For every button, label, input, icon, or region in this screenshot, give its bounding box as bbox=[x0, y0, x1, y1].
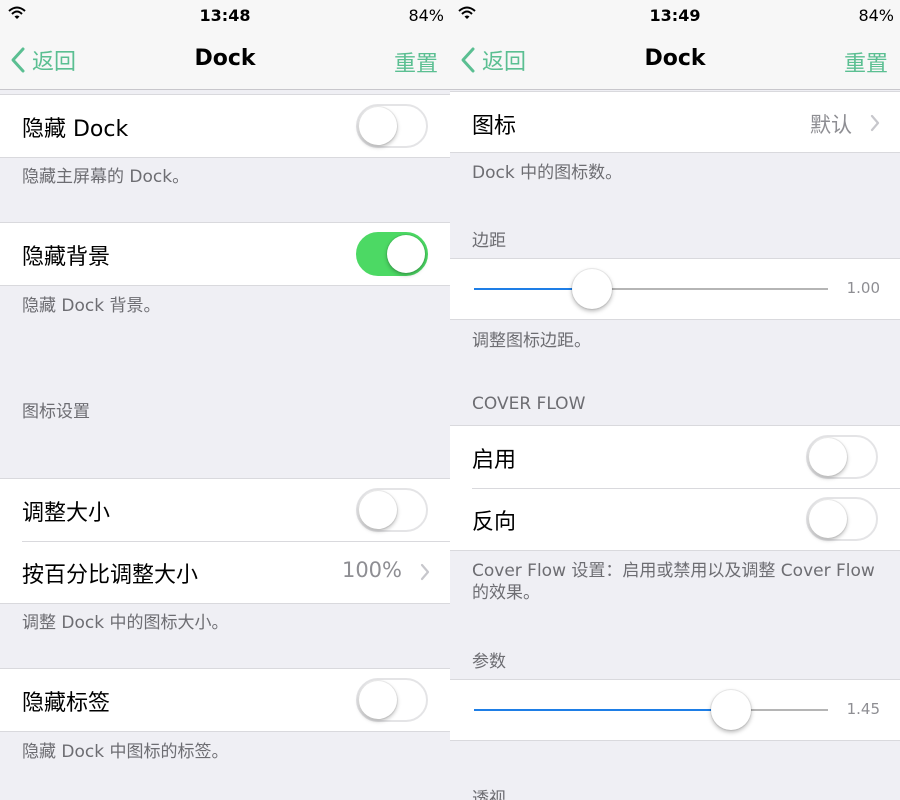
battery-level: 84% bbox=[858, 6, 894, 25]
slider-knob[interactable] bbox=[710, 690, 751, 730]
spacing-header: 边距 bbox=[472, 231, 506, 251]
params-slider-row: 1.45 bbox=[450, 680, 900, 740]
back-label: 返回 bbox=[32, 50, 77, 75]
back-chevron-icon bbox=[11, 47, 25, 73]
chevron-right-icon bbox=[870, 114, 880, 132]
hide-labels-label: 隐藏标签 bbox=[22, 691, 111, 716]
switch-knob bbox=[359, 491, 397, 529]
battery-level: 84% bbox=[408, 6, 444, 25]
status-bar: 13:48 84% bbox=[0, 0, 450, 30]
cover-flow-group: 启用 反向 bbox=[450, 425, 900, 551]
hide-labels-group: 隐藏标签 bbox=[0, 668, 450, 732]
hide-dock-switch[interactable] bbox=[356, 104, 428, 148]
switch-knob bbox=[809, 500, 847, 538]
icons-group: 图标 默认 bbox=[450, 91, 900, 153]
perspective-header: 透视 bbox=[472, 789, 506, 800]
back-button[interactable]: 返回 bbox=[460, 44, 526, 76]
hide-background-group: 隐藏背景 bbox=[0, 222, 450, 286]
cover-flow-reverse-label: 反向 bbox=[472, 510, 517, 535]
cover-flow-enable-row: 启用 bbox=[450, 426, 900, 488]
chevron-right-icon bbox=[420, 563, 430, 581]
resize-footer: 调整 Dock 中的图标大小。 bbox=[22, 613, 229, 633]
params-header: 参数 bbox=[472, 652, 506, 672]
hide-labels-switch[interactable] bbox=[356, 678, 428, 722]
resize-percent-label: 按百分比调整大小 bbox=[22, 563, 199, 588]
cover-flow-reverse-switch[interactable] bbox=[806, 497, 878, 541]
params-value: 1.45 bbox=[846, 700, 880, 718]
cover-flow-reverse-row: 反向 bbox=[450, 488, 900, 550]
hide-background-row: 隐藏背景 bbox=[0, 223, 450, 285]
cover-flow-enable-label: 启用 bbox=[472, 448, 517, 473]
slider-knob[interactable] bbox=[572, 269, 612, 309]
hide-dock-label: 隐藏 Dock bbox=[22, 117, 129, 142]
switch-knob bbox=[387, 235, 425, 273]
spacing-slider-row: 1.00 bbox=[450, 259, 900, 319]
reset-button[interactable]: 重置 bbox=[844, 46, 888, 78]
hide-dock-footer: 隐藏主屏幕的 Dock。 bbox=[22, 167, 190, 187]
icons-footer: Dock 中的图标数。 bbox=[472, 163, 623, 183]
switch-knob bbox=[359, 107, 397, 145]
left-screen: 13:48 84% 返回 Dock 重置 隐藏 Dock 隐藏主屏幕的 Dock… bbox=[0, 0, 450, 800]
hide-dock-group: 隐藏 Dock bbox=[0, 94, 450, 158]
resize-switch[interactable] bbox=[356, 488, 428, 532]
icons-label: 图标 bbox=[472, 114, 517, 139]
switch-knob bbox=[809, 438, 847, 476]
icons-row[interactable]: 图标 默认 bbox=[450, 92, 900, 152]
back-label: 返回 bbox=[482, 50, 527, 75]
hide-labels-footer: 隐藏 Dock 中图标的标签。 bbox=[22, 742, 229, 762]
hide-background-label: 隐藏背景 bbox=[22, 245, 111, 270]
spacing-slider[interactable] bbox=[474, 269, 828, 309]
icons-value: 默认 bbox=[810, 113, 852, 137]
cover-flow-footer: Cover Flow 设置：启用或禁用以及调整 Cover Flow 的效果。 bbox=[472, 561, 875, 603]
back-chevron-icon bbox=[461, 47, 475, 73]
spacing-value: 1.00 bbox=[846, 279, 880, 297]
resize-label: 调整大小 bbox=[22, 501, 111, 526]
switch-knob bbox=[359, 681, 397, 719]
hide-background-footer: 隐藏 Dock 背景。 bbox=[22, 296, 161, 316]
spacing-footer: 调整图标边距。 bbox=[472, 331, 591, 351]
resize-group: 调整大小 按百分比调整大小 100% bbox=[0, 478, 450, 604]
slider-fill bbox=[474, 709, 731, 711]
right-screen: 13:49 84% 返回 Dock 重置 图标 默认 Dock 中的图标数。 边… bbox=[450, 0, 900, 800]
hide-labels-row: 隐藏标签 bbox=[0, 669, 450, 731]
status-bar: 13:49 84% bbox=[450, 0, 900, 30]
back-button[interactable]: 返回 bbox=[10, 44, 76, 76]
navigation-bar: 返回 Dock 重置 bbox=[450, 30, 900, 90]
params-group: 1.45 bbox=[450, 679, 900, 741]
status-time: 13:48 bbox=[199, 6, 251, 25]
resize-percent-value: 100% bbox=[341, 558, 402, 582]
reset-button[interactable]: 重置 bbox=[394, 46, 438, 78]
cover-flow-enable-switch[interactable] bbox=[806, 435, 878, 479]
navigation-bar: 返回 Dock 重置 bbox=[0, 30, 450, 90]
resize-row: 调整大小 bbox=[0, 479, 450, 541]
resize-percent-row[interactable]: 按百分比调整大小 100% bbox=[0, 541, 450, 603]
status-time: 13:49 bbox=[649, 6, 701, 25]
hide-background-switch[interactable] bbox=[356, 232, 428, 276]
hide-dock-row: 隐藏 Dock bbox=[0, 95, 450, 157]
params-slider[interactable] bbox=[474, 690, 828, 730]
icon-settings-header: 图标设置 bbox=[22, 402, 90, 422]
cover-flow-header: COVER FLOW bbox=[472, 394, 586, 414]
spacing-group: 1.00 bbox=[450, 258, 900, 320]
